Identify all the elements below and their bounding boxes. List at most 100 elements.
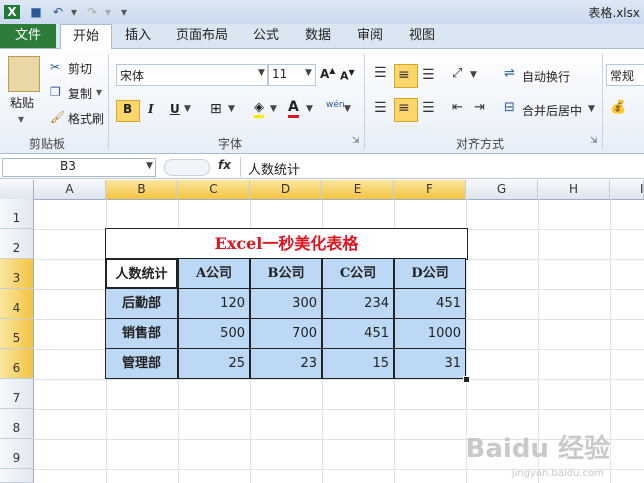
undo-icon[interactable]: ↶: [50, 4, 66, 20]
row-header-1[interactable]: 1: [0, 199, 34, 229]
row-header-3[interactable]: 3: [0, 259, 34, 289]
font-color-dropdown-icon[interactable]: ▼: [306, 104, 313, 114]
fill-handle[interactable]: [463, 376, 470, 383]
column-header-c[interactable]: C: [178, 180, 250, 199]
selected-cell-b3[interactable]: 人数统计: [105, 258, 178, 289]
align-left-icon[interactable]: ☰: [374, 100, 387, 116]
borders-dropdown-icon[interactable]: ▼: [228, 104, 235, 114]
row-header-7[interactable]: 7: [0, 379, 34, 409]
alignment-dialog-launcher-icon[interactable]: ⇲: [590, 136, 598, 146]
select-all-button[interactable]: [0, 180, 34, 199]
name-box[interactable]: [2, 158, 156, 177]
name-box-dropdown-icon[interactable]: ▼: [146, 161, 153, 171]
tab-home[interactable]: 开始: [60, 24, 112, 50]
font-name-dropdown-icon[interactable]: ▼: [258, 68, 265, 78]
row-header-5[interactable]: 5: [0, 319, 34, 349]
save-icon[interactable]: ■: [28, 4, 44, 20]
underline-dropdown-icon[interactable]: ▼: [184, 104, 191, 114]
increase-indent-icon[interactable]: ⇥: [474, 100, 485, 115]
table-header-cell[interactable]: D公司: [394, 258, 466, 289]
wrap-text-button[interactable]: 自动换行: [522, 68, 570, 85]
orientation-dropdown-icon[interactable]: ▼: [470, 70, 477, 80]
merge-center-icon[interactable]: ⊟: [504, 100, 515, 115]
redo-dropdown-icon[interactable]: ▾: [100, 4, 116, 20]
table-header-cell[interactable]: C公司: [322, 258, 394, 289]
row-header-2[interactable]: 2: [0, 229, 34, 259]
tab-view[interactable]: 视图: [402, 24, 442, 48]
format-painter-button[interactable]: 格式刷: [68, 110, 104, 127]
fill-color-dropdown-icon[interactable]: ▼: [270, 104, 277, 114]
table-title-cell[interactable]: Excel一秒美化表格: [105, 228, 468, 260]
table-header-cell[interactable]: A公司: [178, 258, 250, 289]
column-header-h[interactable]: H: [538, 180, 610, 199]
wrap-text-icon[interactable]: ⇌: [504, 66, 515, 81]
data-cell[interactable]: 25: [178, 348, 250, 379]
column-header-a[interactable]: A: [34, 180, 106, 199]
tab-insert[interactable]: 插入: [118, 24, 158, 48]
paste-dropdown-icon[interactable]: ▾: [18, 112, 24, 126]
phonetic-guide-icon[interactable]: wén: [326, 100, 345, 110]
data-cell[interactable]: 31: [394, 348, 466, 379]
row-header-10[interactable]: [0, 469, 34, 483]
column-header-d[interactable]: D: [250, 180, 322, 199]
data-cell[interactable]: 300: [250, 288, 322, 319]
row-label-cell[interactable]: 管理部: [105, 348, 178, 379]
borders-icon[interactable]: ⊞: [210, 101, 222, 117]
tab-page-layout[interactable]: 页面布局: [170, 24, 234, 48]
formula-bar-resize-handle[interactable]: [164, 159, 210, 176]
shrink-font-icon[interactable]: A▼: [340, 68, 355, 83]
align-bottom-icon[interactable]: ☰: [422, 68, 435, 82]
copy-button[interactable]: 复制: [68, 85, 92, 102]
data-cell[interactable]: 15: [322, 348, 394, 379]
data-cell[interactable]: 120: [178, 288, 250, 319]
row-header-9[interactable]: 9: [0, 439, 34, 469]
font-size-dropdown-icon[interactable]: ▼: [305, 68, 312, 78]
row-label-cell[interactable]: 后勤部: [105, 288, 178, 319]
format-painter-icon[interactable]: 🖌: [50, 110, 65, 124]
font-dialog-launcher-icon[interactable]: ⇲: [352, 136, 360, 146]
merge-center-button[interactable]: 合并后居中: [522, 102, 582, 119]
column-header-b[interactable]: B: [106, 180, 178, 199]
tab-file[interactable]: 文件: [0, 24, 56, 48]
orientation-icon[interactable]: ⤢: [452, 66, 462, 81]
cut-icon[interactable]: ✂: [50, 60, 60, 74]
font-color-icon[interactable]: A: [288, 99, 299, 118]
italic-button[interactable]: I: [148, 102, 154, 116]
data-cell[interactable]: 700: [250, 318, 322, 349]
redo-icon[interactable]: ↷: [84, 4, 100, 20]
tab-data[interactable]: 数据: [298, 24, 338, 48]
column-header-e[interactable]: E: [322, 180, 394, 199]
data-cell[interactable]: 23: [250, 348, 322, 379]
align-top-icon[interactable]: ☰: [374, 66, 387, 80]
fill-color-icon[interactable]: ◈: [254, 100, 264, 118]
grow-font-icon[interactable]: A▲: [320, 66, 335, 81]
currency-format-icon[interactable]: 💰: [610, 100, 626, 115]
data-cell[interactable]: 451: [322, 318, 394, 349]
phonetic-dropdown-icon[interactable]: ▼: [344, 104, 351, 114]
undo-dropdown-icon[interactable]: ▾: [66, 4, 82, 20]
data-cell[interactable]: 1000: [394, 318, 466, 349]
customize-toolbar-icon[interactable]: ▾: [116, 4, 132, 20]
data-cell[interactable]: 234: [322, 288, 394, 319]
cut-button[interactable]: 剪切: [68, 60, 92, 77]
tab-review[interactable]: 审阅: [350, 24, 390, 48]
data-cell[interactable]: 500: [178, 318, 250, 349]
row-header-8[interactable]: 8: [0, 409, 34, 439]
table-header-cell[interactable]: B公司: [250, 258, 322, 289]
underline-button[interactable]: U: [170, 102, 180, 116]
data-cell[interactable]: 451: [394, 288, 466, 319]
align-right-icon[interactable]: ☰: [422, 100, 435, 116]
tab-formulas[interactable]: 公式: [246, 24, 286, 48]
merge-dropdown-icon[interactable]: ▼: [588, 104, 595, 114]
copy-dropdown-icon[interactable]: ▾: [96, 85, 102, 99]
formula-input[interactable]: 人数统计: [248, 159, 300, 178]
row-header-4[interactable]: 4: [0, 289, 34, 319]
paste-button[interactable]: 粘贴: [10, 94, 34, 111]
insert-function-icon[interactable]: fx: [218, 158, 231, 172]
column-header-f[interactable]: F: [394, 180, 466, 199]
paste-icon[interactable]: [8, 56, 40, 92]
column-header-i[interactable]: I: [610, 180, 644, 199]
copy-icon[interactable]: ❐: [50, 85, 61, 99]
decrease-indent-icon[interactable]: ⇤: [452, 100, 463, 115]
column-header-g[interactable]: G: [466, 180, 538, 199]
